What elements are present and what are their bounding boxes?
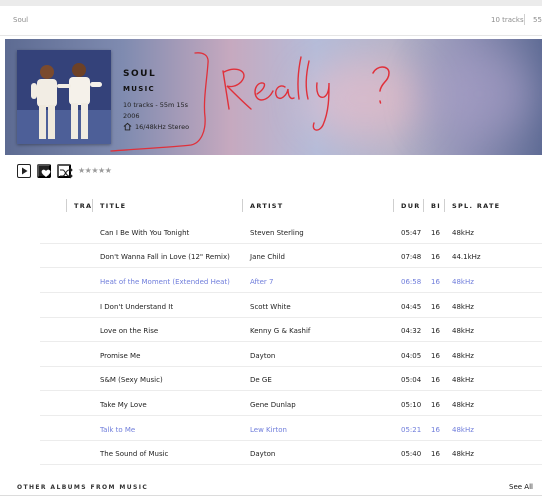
column-header-bits[interactable]: BI	[431, 202, 441, 210]
track-bits: 16	[431, 327, 440, 335]
track-duration: 05:10	[401, 401, 422, 409]
track-artist[interactable]: Scott White	[250, 303, 291, 311]
shuffle-button[interactable]	[57, 164, 73, 179]
track-artist[interactable]: Kenny G & Kashif	[250, 327, 310, 335]
album-artist[interactable]: MUSIC	[123, 85, 155, 93]
track-title: I Don't Understand It	[100, 303, 174, 311]
track-title: Promise Me	[100, 352, 141, 360]
track-duration: 04:45	[401, 303, 422, 311]
track-artist[interactable]: Gene Dunlap	[250, 401, 296, 409]
track-bits: 16	[431, 352, 440, 360]
breadcrumb-duration: 55m	[533, 16, 542, 24]
table-row[interactable]: Can I Be With You Tonight Steven Sterlin…	[40, 220, 542, 244]
album-year: 2006	[123, 112, 140, 120]
track-title: Love on the Rise	[100, 327, 159, 335]
column-divider	[393, 199, 394, 212]
table-row[interactable]: The Sound of Music Dayton 05:40 16 48kHz	[40, 441, 542, 465]
column-header-track[interactable]: TRA	[74, 202, 92, 210]
track-duration: 04:32	[401, 327, 422, 335]
track-rate: 48kHz	[452, 303, 474, 311]
track-rate: 48kHz	[452, 376, 474, 384]
track-title: S&M (Sexy Music)	[100, 376, 163, 384]
breadcrumb-label[interactable]: Soul	[13, 16, 28, 24]
breadcrumb-track-count: 10 tracks	[491, 16, 524, 24]
track-rate: 48kHz	[452, 426, 474, 434]
track-bits: 16	[431, 303, 440, 311]
track-artist[interactable]: Steven Sterling	[250, 229, 304, 237]
column-header-title[interactable]: TITLE	[100, 202, 126, 210]
track-title: The Sound of Music	[100, 450, 169, 458]
play-icon	[22, 167, 28, 175]
track-duration: 05:40	[401, 450, 422, 458]
table-row[interactable]: Heat of the Moment (Extended Heat) After…	[40, 269, 542, 293]
table-row[interactable]: S&M (Sexy Music) De GE 05:04 16 48kHz	[40, 367, 542, 391]
column-divider	[92, 199, 93, 212]
rating-stars[interactable]: ★★★★★	[78, 166, 112, 175]
column-divider	[242, 199, 243, 212]
track-duration: 05:21	[401, 426, 422, 434]
track-duration: 07:48	[401, 253, 422, 261]
track-artist[interactable]: Lew Kirton	[250, 426, 287, 434]
track-bits: 16	[431, 450, 440, 458]
track-duration: 06:58	[401, 278, 422, 286]
track-title: Talk to Me	[100, 426, 136, 434]
column-divider	[444, 199, 445, 212]
track-artist[interactable]: Dayton	[250, 352, 275, 360]
column-divider	[423, 199, 424, 212]
table-row[interactable]: Promise Me Dayton 04:05 16 48kHz	[40, 343, 542, 367]
see-all-link[interactable]: See All	[509, 483, 533, 491]
album-quality: 16/48kHz Stereo	[135, 123, 190, 131]
track-duration: 05:47	[401, 229, 422, 237]
column-divider	[66, 199, 67, 212]
play-button[interactable]	[17, 164, 31, 178]
other-albums-heading: OTHER ALBUMS FROM MUSIC	[17, 484, 149, 491]
favorite-button[interactable]	[37, 164, 51, 178]
track-title: Take My Love	[100, 401, 147, 409]
breadcrumb-divider	[524, 14, 525, 25]
home-icon	[123, 122, 132, 131]
table-row[interactable]: I Don't Understand It Scott White 04:45 …	[40, 294, 542, 318]
track-title: Heat of the Moment (Extended Heat)	[100, 278, 230, 286]
hero-backdrop-blur	[305, 59, 425, 139]
track-duration: 05:04	[401, 376, 422, 384]
heart-icon	[41, 169, 51, 177]
track-bits: 16	[431, 253, 440, 261]
tracklist-header: TRA TITLE ARTIST DUR BI SPL. RATE	[40, 198, 542, 214]
column-header-duration[interactable]: DUR	[401, 202, 421, 210]
footer-divider	[0, 495, 542, 496]
track-rate: 48kHz	[452, 352, 474, 360]
track-artist[interactable]: Dayton	[250, 450, 275, 458]
track-title: Don't Wanna Fall in Love (12" Remix)	[100, 253, 230, 261]
album-title: SOUL	[123, 69, 157, 79]
track-rate: 48kHz	[452, 229, 474, 237]
track-rate: 48kHz	[452, 278, 474, 286]
track-artist[interactable]: De GE	[250, 376, 272, 384]
breadcrumb: Soul 10 tracks 55m	[0, 6, 542, 36]
album-cover-art	[17, 50, 111, 144]
track-bits: 16	[431, 401, 440, 409]
track-rate: 48kHz	[452, 327, 474, 335]
track-rate: 48kHz	[452, 401, 474, 409]
table-row[interactable]: Talk to Me Lew Kirton 05:21 16 48kHz	[40, 417, 542, 441]
column-header-rate[interactable]: SPL. RATE	[452, 202, 500, 210]
track-title: Can I Be With You Tonight	[100, 229, 190, 237]
album-header: SOUL MUSIC 10 tracks - 55m 15s 2006 16/4…	[5, 39, 542, 155]
track-artist[interactable]: Jane Child	[250, 253, 285, 261]
track-bits: 16	[431, 278, 440, 286]
track-duration: 04:05	[401, 352, 422, 360]
album-meta: 10 tracks - 55m 15s	[123, 101, 189, 109]
track-rate: 44.1kHz	[452, 253, 481, 261]
track-artist[interactable]: After 7	[250, 278, 274, 286]
table-row[interactable]: Love on the Rise Kenny G & Kashif 04:32 …	[40, 318, 542, 342]
table-row[interactable]: Don't Wanna Fall in Love (12" Remix) Jan…	[40, 244, 542, 268]
album-cover[interactable]	[17, 50, 111, 144]
shuffle-icon	[60, 167, 73, 179]
track-rate: 48kHz	[452, 450, 474, 458]
hero-backdrop-blur	[425, 49, 535, 139]
column-header-artist[interactable]: ARTIST	[250, 202, 284, 210]
track-bits: 16	[431, 229, 440, 237]
table-row[interactable]: Take My Love Gene Dunlap 05:10 16 48kHz	[40, 392, 542, 416]
track-bits: 16	[431, 426, 440, 434]
track-bits: 16	[431, 376, 440, 384]
